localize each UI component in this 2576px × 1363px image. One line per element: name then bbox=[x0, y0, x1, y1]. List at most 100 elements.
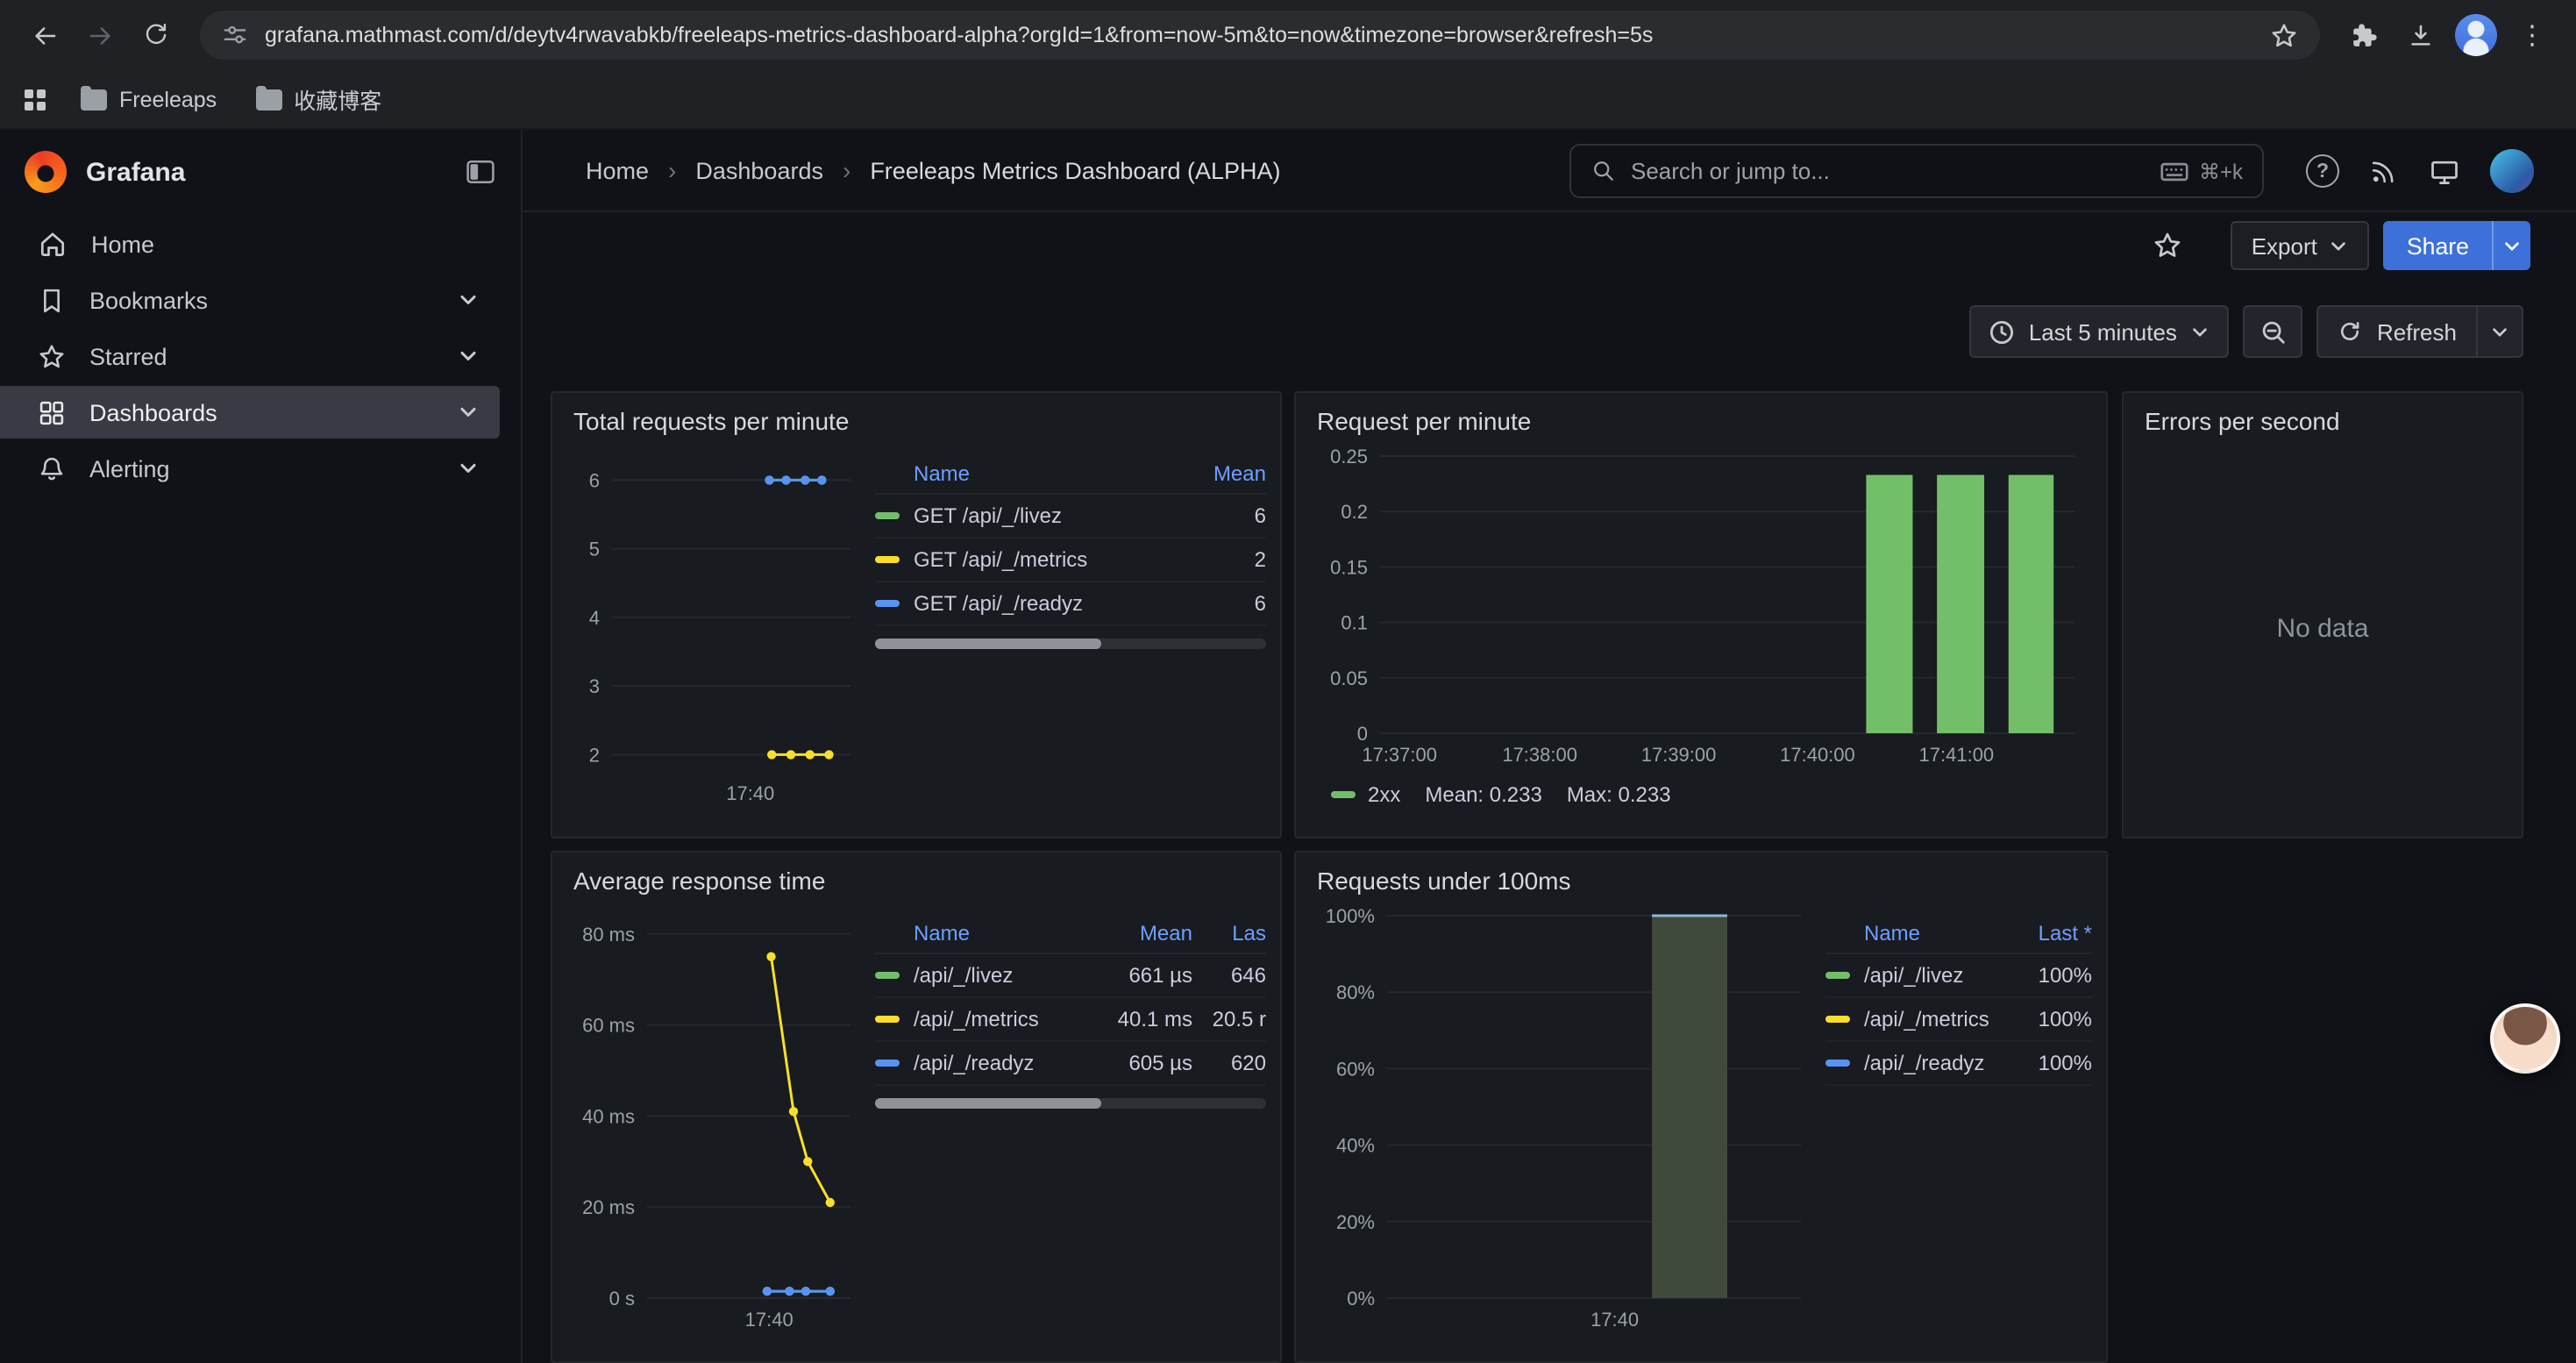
panel-title[interactable]: Errors per second bbox=[2124, 393, 2522, 439]
bookmark-star-icon[interactable] bbox=[2269, 20, 2299, 50]
bar-chart[interactable]: 100%80%60%40%20%0%17:40 bbox=[1310, 898, 1815, 1337]
legend-row: /api/_/readyz605 µs620 bbox=[875, 1042, 1266, 1086]
bookmark-folder-freeleaps[interactable]: Freeleaps bbox=[74, 82, 224, 117]
legend-row: /api/_/livez100% bbox=[1825, 954, 2092, 998]
sidebar-item-alerting[interactable]: Alerting bbox=[0, 442, 500, 495]
legend-column-header[interactable]: Name bbox=[875, 460, 1189, 485]
legend-column-header[interactable]: Mean bbox=[1087, 920, 1192, 945]
breadcrumb-separator: › bbox=[668, 156, 676, 184]
panel-title[interactable]: Requests under 100ms bbox=[1296, 853, 2106, 898]
sidebar-item-starred[interactable]: Starred bbox=[0, 330, 500, 382]
sidebar-item-dashboards[interactable]: Dashboards bbox=[0, 386, 500, 439]
screen: grafana.mathmast.com/d/deytv4rwavabkb/fr… bbox=[0, 0, 2576, 1363]
legend-scrollbar[interactable] bbox=[875, 639, 1266, 649]
svg-text:20%: 20% bbox=[1336, 1211, 1375, 1233]
legend-scrollbar[interactable] bbox=[875, 1098, 1266, 1109]
chevron-down-icon[interactable] bbox=[458, 346, 479, 367]
scrollbar-thumb[interactable] bbox=[875, 1098, 1102, 1109]
sidebar-nav: Home Bookmarks Starred D bbox=[0, 218, 521, 495]
time-range-picker[interactable]: Last 5 minutes bbox=[1969, 305, 2230, 358]
bookmark-folder-blogs[interactable]: 收藏博客 bbox=[248, 77, 388, 121]
legend-column-header[interactable]: Las bbox=[1192, 920, 1266, 945]
svg-text:0.15: 0.15 bbox=[1330, 556, 1368, 578]
series-name[interactable]: /api/_/metrics bbox=[1864, 1007, 2001, 1031]
back-button[interactable] bbox=[18, 9, 70, 61]
line-chart[interactable]: 80 ms60 ms40 ms20 ms0 s17:40 bbox=[566, 898, 865, 1337]
zoom-out-button[interactable] bbox=[2244, 305, 2303, 358]
series-name[interactable]: /api/_/livez bbox=[914, 963, 1087, 988]
chevron-down-icon bbox=[2191, 322, 2210, 341]
bookmarks-bar: Freeleaps 收藏博客 bbox=[0, 70, 2576, 130]
back-icon bbox=[29, 20, 59, 50]
sidebar-item-bookmarks[interactable]: Bookmarks bbox=[0, 274, 500, 326]
legend-column-header[interactable]: Name bbox=[1825, 920, 2001, 945]
header-icons: ? bbox=[2306, 130, 2534, 212]
series-value: 100% bbox=[2001, 1007, 2092, 1031]
series-name[interactable]: GET /api/_/readyz bbox=[914, 591, 1189, 616]
rss-news-icon[interactable] bbox=[2369, 156, 2399, 186]
apps-grid-icon[interactable] bbox=[21, 85, 49, 113]
search-input[interactable] bbox=[1631, 158, 2146, 184]
panel-title[interactable]: Request per minute bbox=[1296, 393, 2106, 439]
series-swatch-icon bbox=[1331, 791, 1356, 798]
line-chart[interactable]: 6543217:40 bbox=[566, 439, 865, 810]
profile-button[interactable] bbox=[2450, 9, 2502, 61]
sidebar-collapse-icon[interactable] bbox=[465, 156, 496, 188]
export-button[interactable]: Export bbox=[2231, 221, 2370, 270]
dashboard-actions: Export Share bbox=[523, 212, 2576, 279]
series-mean: Mean: 0.233 bbox=[1425, 782, 1541, 807]
grafana-app: Grafana Home Bookmarks Star bbox=[0, 130, 2576, 1363]
search-box[interactable]: ⌘+k bbox=[1569, 144, 2264, 198]
forward-button[interactable] bbox=[74, 9, 126, 61]
chevron-down-icon[interactable] bbox=[458, 458, 479, 479]
legend-column-header[interactable]: Name bbox=[875, 920, 1087, 945]
refresh-interval-button[interactable] bbox=[2476, 307, 2522, 356]
help-icon[interactable]: ? bbox=[2306, 154, 2339, 188]
series-swatch-icon bbox=[1825, 972, 1850, 979]
url-bar[interactable]: grafana.mathmast.com/d/deytv4rwavabkb/fr… bbox=[200, 11, 2320, 60]
panel-avg-response-time: Average response time 80 ms60 ms40 ms20 … bbox=[551, 851, 1282, 1363]
time-toolbar: Last 5 minutes Refresh bbox=[1969, 305, 2523, 358]
breadcrumb-home[interactable]: Home bbox=[586, 157, 649, 183]
search-icon bbox=[1590, 158, 1617, 184]
scrollbar-thumb[interactable] bbox=[875, 639, 1102, 649]
series-name[interactable]: GET /api/_/metrics bbox=[914, 547, 1189, 572]
site-settings-icon[interactable] bbox=[221, 21, 249, 49]
url-text[interactable]: grafana.mathmast.com/d/deytv4rwavabkb/fr… bbox=[265, 23, 2253, 47]
svg-text:0.05: 0.05 bbox=[1330, 667, 1368, 689]
refresh-button[interactable]: Refresh bbox=[2319, 307, 2476, 356]
kiosk-monitor-icon[interactable] bbox=[2429, 155, 2460, 187]
series-name[interactable]: GET /api/_/livez bbox=[914, 503, 1189, 528]
legend-column-header[interactable]: Last * bbox=[2001, 920, 2092, 945]
panel-errors-per-second: Errors per second No data bbox=[2122, 391, 2523, 838]
legend-column-header[interactable]: Mean bbox=[1189, 460, 1266, 485]
grafana-logo-icon[interactable] bbox=[25, 151, 67, 193]
browser-toolbar: grafana.mathmast.com/d/deytv4rwavabkb/fr… bbox=[0, 0, 2576, 70]
sidebar-item-home[interactable]: Home bbox=[0, 218, 500, 270]
panel-title[interactable]: Average response time bbox=[552, 853, 1280, 898]
star-outline-icon bbox=[2152, 230, 2183, 261]
extensions-button[interactable] bbox=[2338, 9, 2390, 61]
svg-text:60%: 60% bbox=[1336, 1058, 1375, 1080]
chart-legend: 2xx Mean: 0.233 Max: 0.233 bbox=[1310, 775, 2092, 807]
panel-title[interactable]: Total requests per minute bbox=[552, 393, 1280, 439]
reload-button[interactable] bbox=[130, 9, 182, 61]
chevron-down-icon[interactable] bbox=[458, 402, 479, 423]
floating-assistant-avatar[interactable] bbox=[2490, 1003, 2560, 1074]
browser-menu-button[interactable]: ⋮ bbox=[2506, 9, 2558, 61]
share-button[interactable]: Share bbox=[2384, 221, 2492, 270]
share-menu-button[interactable] bbox=[2492, 221, 2530, 270]
chevron-down-icon[interactable] bbox=[458, 289, 479, 310]
downloads-button[interactable] bbox=[2394, 9, 2446, 61]
series-name[interactable]: /api/_/livez bbox=[1864, 963, 2001, 988]
svg-text:6: 6 bbox=[589, 469, 600, 491]
series-name[interactable]: 2xx bbox=[1368, 782, 1400, 807]
series-name[interactable]: /api/_/readyz bbox=[914, 1051, 1087, 1075]
series-name[interactable]: /api/_/readyz bbox=[1864, 1051, 2001, 1075]
bar-chart[interactable]: 0.250.20.150.10.05017:37:0017:38:0017:39… bbox=[1310, 439, 2089, 772]
refresh-split-button: Refresh bbox=[2317, 305, 2523, 358]
series-name[interactable]: /api/_/metrics bbox=[914, 1007, 1087, 1031]
favorite-dashboard-button[interactable] bbox=[2143, 221, 2192, 270]
user-avatar[interactable] bbox=[2490, 149, 2534, 193]
breadcrumb-dashboards[interactable]: Dashboards bbox=[695, 157, 823, 183]
